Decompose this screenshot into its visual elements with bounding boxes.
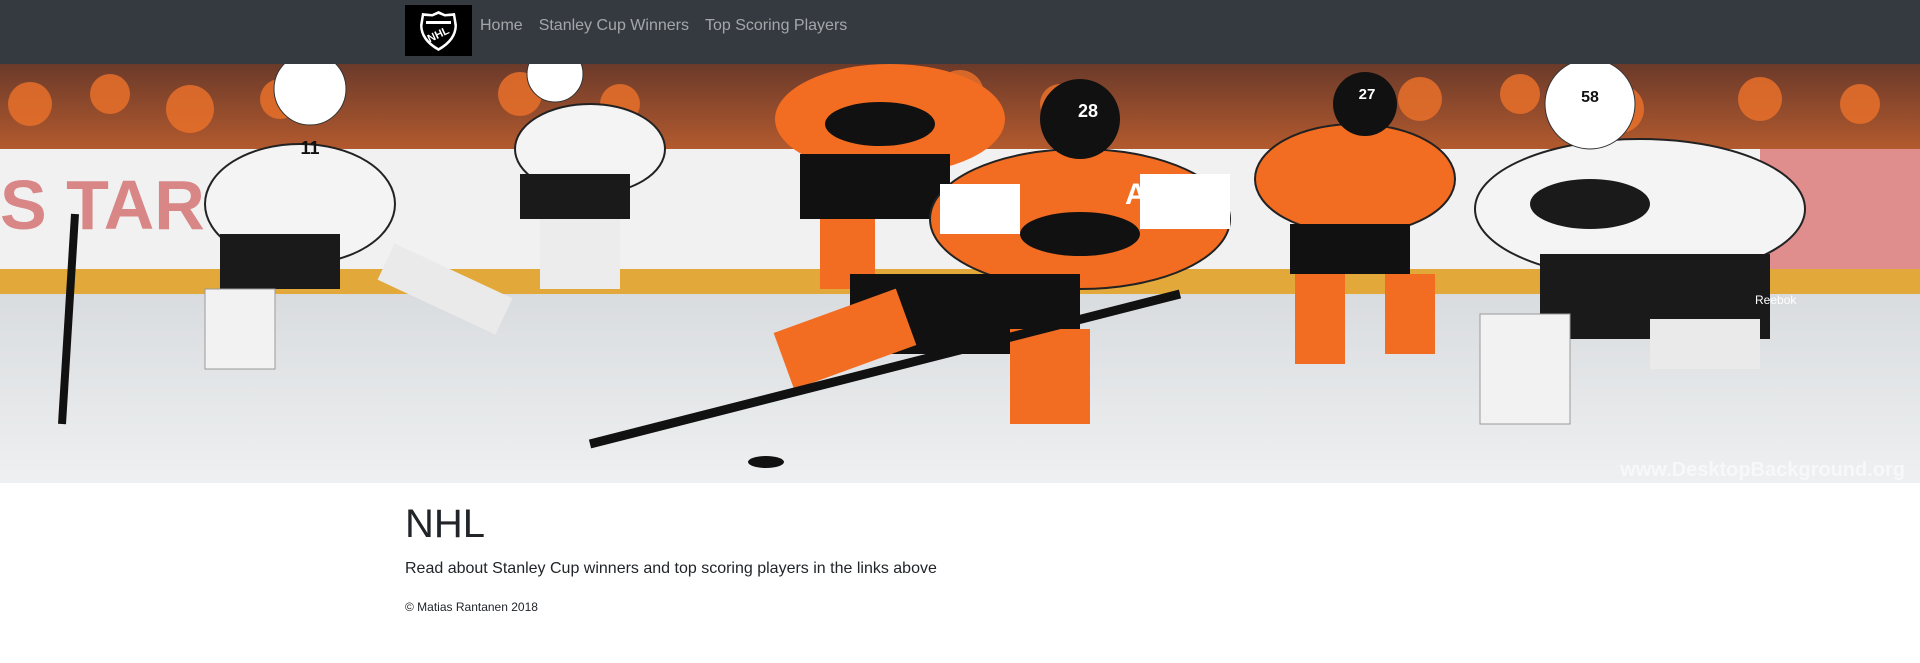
jersey-number-28: 28 [1078,101,1098,121]
main-content: NHL Read about Stanley Cup winners and t… [405,500,937,614]
hockey-players-photo: S TAR 11 28 A 27 58 Reebok www.DesktopBa… [0,64,1920,483]
jersey-number-27: 27 [1359,86,1376,103]
navbar: NHL Home Stanley Cup Winners Top Scoring… [0,0,1920,64]
lead-text: Read about Stanley Cup winners and top s… [405,560,937,577]
hero-image: S TAR 11 28 A 27 58 Reebok www.DesktopBa… [0,64,1920,483]
hero-watermark: www.DesktopBackground.org [1619,459,1905,481]
nav-stanley-cup-winners[interactable]: Stanley Cup Winners [539,17,689,35]
jersey-number-58: 58 [1581,89,1599,106]
nhl-shield-icon: NHL [405,5,472,56]
footer-copyright: © Matias Rantanen 2018 [405,600,538,614]
nhl-logo-link[interactable]: NHL [405,5,472,56]
jersey-number-11: 11 [300,138,319,158]
reebok-logo-text: Reebok [1755,293,1797,307]
page-title: NHL [405,502,486,546]
nav-links: Home Stanley Cup Winners Top Scoring Pla… [480,0,863,52]
nav-top-scoring-players[interactable]: Top Scoring Players [705,17,847,35]
nav-home[interactable]: Home [480,17,523,35]
svg-text:S TAR: S TAR [0,166,205,244]
captain-letter: A [1125,178,1147,211]
